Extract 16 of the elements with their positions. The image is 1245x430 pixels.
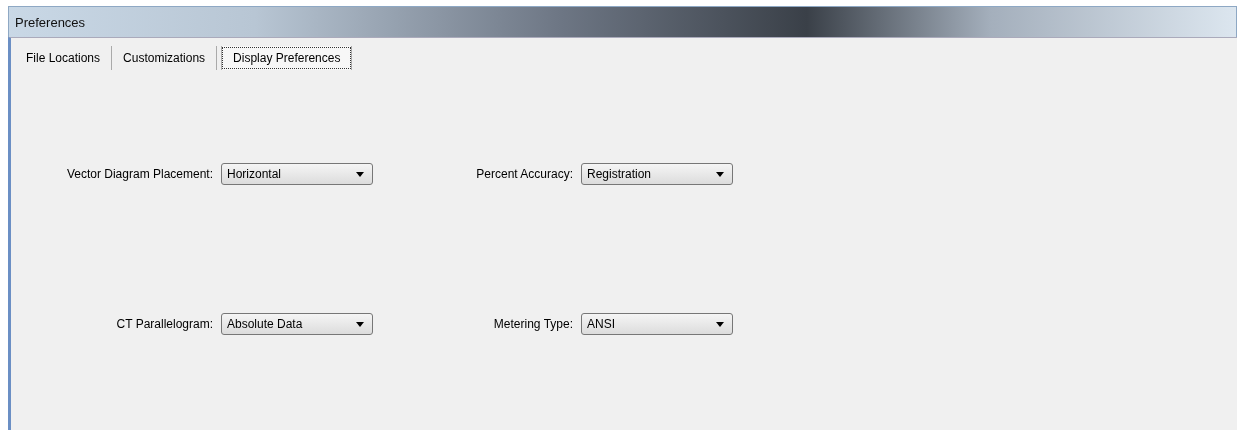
field-label: CT Parallelogram: <box>115 317 213 331</box>
field-label: Metering Type: <box>492 317 573 331</box>
tab[interactable]: Customizations <box>112 46 218 70</box>
caret-icon <box>716 321 724 327</box>
caret-icon <box>716 171 724 177</box>
caret-icon <box>356 171 364 177</box>
field-label: Vector Diagram Placement: <box>65 167 213 181</box>
window-title: Preferences <box>15 14 86 30</box>
tab[interactable]: Display Preferences <box>221 46 353 70</box>
caret-icon <box>356 321 364 327</box>
tab[interactable]: File Locations <box>15 46 113 70</box>
dropdown[interactable]: Registration <box>581 163 733 185</box>
dropdown[interactable]: ANSI <box>581 313 733 335</box>
dropdown[interactable]: Absolute Data <box>221 313 373 335</box>
dropdown[interactable]: Horizontal <box>221 163 373 185</box>
field-label: Percent Accuracy: <box>475 167 573 181</box>
